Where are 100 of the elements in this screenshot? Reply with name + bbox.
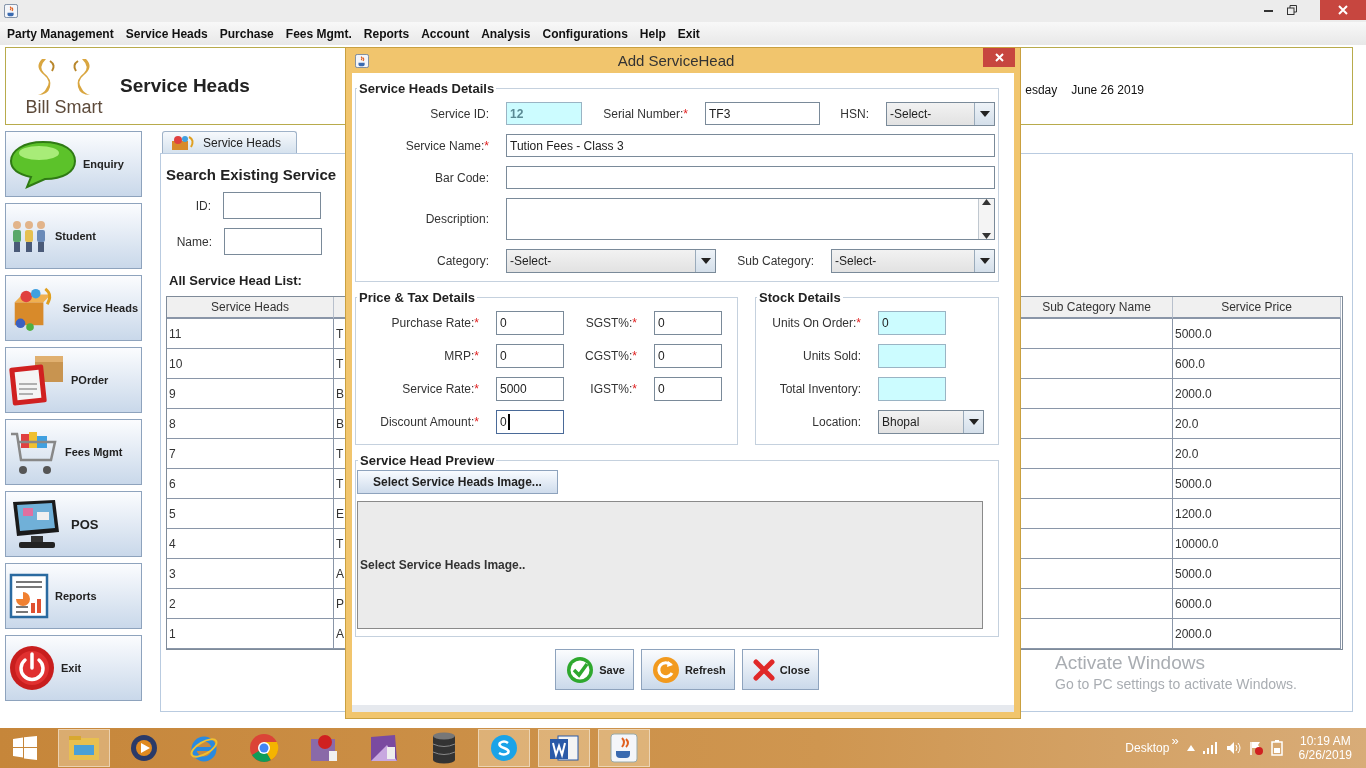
- day-text: esday: [1025, 83, 1058, 97]
- caret-icon: [968, 419, 979, 425]
- action-button[interactable]: Refresh: [640, 649, 735, 690]
- hsn-dropdown[interactable]: -Select-: [886, 101, 995, 126]
- refresh-icon: [651, 655, 680, 684]
- caret-icon: [979, 258, 990, 264]
- number-field[interactable]: 0: [496, 410, 564, 434]
- field-label: Serial Number:*: [602, 106, 689, 121]
- search-field[interactable]: [223, 192, 321, 219]
- skype-icon: [489, 733, 519, 763]
- table-cell: 5000.0: [1173, 469, 1341, 499]
- field-label: Sub Category:: [736, 254, 815, 268]
- sidebar-button[interactable]: Reports: [5, 563, 142, 629]
- sidebar-button[interactable]: Service Heads: [5, 275, 142, 341]
- menu-item[interactable]: Service Heads: [119, 23, 214, 44]
- taskbar-app[interactable]: [538, 729, 590, 767]
- tab[interactable]: Service Heads: [162, 131, 297, 153]
- field-label: ID:: [194, 198, 212, 213]
- battery-icon[interactable]: [1270, 740, 1283, 756]
- table-cell: 5: [167, 499, 334, 529]
- menu-item[interactable]: Configurations: [536, 23, 634, 44]
- sidebar-button[interactable]: Student: [5, 203, 142, 269]
- flag-icon[interactable]: [1248, 741, 1263, 755]
- stock-field[interactable]: 0: [878, 311, 946, 335]
- section-heading: All Service Head List:: [169, 273, 302, 288]
- section-heading: Search Existing Service: [166, 166, 337, 183]
- field-label: HSN:: [839, 106, 870, 121]
- field-label: Discount Amount:*: [379, 415, 480, 429]
- field-label: SGST%:*: [584, 316, 638, 330]
- number-field[interactable]: 0: [496, 344, 564, 368]
- action-button[interactable]: Close: [741, 649, 819, 690]
- select-image-button[interactable]: Select Service Heads Image...: [357, 470, 558, 494]
- menu-item[interactable]: Help: [633, 23, 672, 44]
- activation-title: Activate Windows: [1055, 652, 1206, 674]
- sidebar-button[interactable]: POrder: [5, 347, 142, 413]
- table-cell: 4: [167, 529, 334, 559]
- signal-icon[interactable]: [1202, 742, 1219, 754]
- bar-code-field[interactable]: [506, 166, 995, 189]
- clipboard-icon: [9, 354, 65, 406]
- scrollbar[interactable]: [978, 199, 994, 239]
- table-cell: 20.0: [1173, 439, 1341, 469]
- serial-number-field[interactable]: TF3: [705, 102, 820, 125]
- sidebar-button[interactable]: Exit: [5, 635, 142, 701]
- service-name-field[interactable]: Tution Fees - Class 3: [506, 134, 995, 157]
- field-label: Category:: [435, 254, 490, 268]
- table-cell: 7: [167, 439, 334, 469]
- field-label: CGST%:*: [584, 349, 638, 363]
- table-cell: 6000.0: [1173, 589, 1341, 619]
- table-cell: 3: [167, 559, 334, 589]
- restore-icon: [1287, 5, 1297, 15]
- table-cell: 5000.0: [1173, 319, 1341, 349]
- scroll-up-icon[interactable]: [982, 199, 991, 205]
- java-icon: [355, 53, 369, 68]
- number-field[interactable]: 5000: [496, 377, 564, 401]
- taskbar-app[interactable]: [598, 729, 650, 767]
- menu-item[interactable]: Party Management: [1, 23, 120, 44]
- field-label: Service Name:*: [404, 138, 490, 153]
- field-label: Location:: [811, 415, 862, 429]
- category-dropdown[interactable]: -Select-: [506, 249, 716, 273]
- close-icon: [752, 658, 775, 681]
- menu-item[interactable]: Analysis: [475, 23, 537, 44]
- sidebar-button[interactable]: Enquiry: [5, 131, 142, 197]
- table-cell: 11: [167, 319, 334, 349]
- field-label: Service Rate:*: [401, 382, 480, 396]
- menu-item[interactable]: Reports: [357, 23, 416, 44]
- number-field[interactable]: 0: [654, 311, 722, 335]
- sub-category-dropdown[interactable]: -Select-: [831, 249, 995, 273]
- menu-item[interactable]: Account: [415, 23, 476, 44]
- location-dropdown[interactable]: Bhopal: [878, 410, 984, 434]
- column-header[interactable]: Sub Category Name: [1021, 297, 1173, 319]
- menu-item[interactable]: Purchase: [213, 23, 280, 44]
- dialog-title: Add ServiceHead: [616, 52, 736, 69]
- show-hidden-icon[interactable]: [1186, 745, 1195, 751]
- menu-item[interactable]: Exit: [671, 23, 706, 44]
- close-button[interactable]: [1320, 0, 1366, 20]
- table-cell: 10000.0: [1173, 529, 1341, 559]
- table-cell: 2: [167, 589, 334, 619]
- field-label: Purchase Rate:*: [390, 316, 480, 330]
- speaker-icon[interactable]: [1226, 742, 1241, 754]
- number-field[interactable]: 0: [654, 377, 722, 401]
- column-header[interactable]: Service Heads: [167, 297, 334, 319]
- number-field[interactable]: 0: [496, 311, 564, 335]
- sidebar-button[interactable]: Fees Mgmt: [5, 419, 142, 485]
- folder-icon: [68, 735, 100, 761]
- app-icon: [309, 733, 339, 763]
- number-field[interactable]: 0: [654, 344, 722, 368]
- sidebar-button[interactable]: POS: [5, 491, 142, 557]
- action-button[interactable]: Save: [555, 649, 634, 690]
- menu-item[interactable]: Fees Mgmt.: [279, 23, 358, 44]
- date-text: June 26 2019: [1071, 83, 1144, 97]
- speech-bubble-icon: [9, 139, 77, 189]
- table-cell: 10: [167, 349, 334, 379]
- scroll-down-icon[interactable]: [982, 233, 991, 239]
- stock-field[interactable]: [878, 377, 946, 401]
- description-field[interactable]: [506, 198, 995, 240]
- stock-field[interactable]: [878, 344, 946, 368]
- column-header[interactable]: Service Price: [1173, 297, 1341, 319]
- close-button[interactable]: [983, 48, 1015, 67]
- section-legend: Price & Tax Details: [357, 290, 478, 305]
- search-field[interactable]: [224, 228, 322, 255]
